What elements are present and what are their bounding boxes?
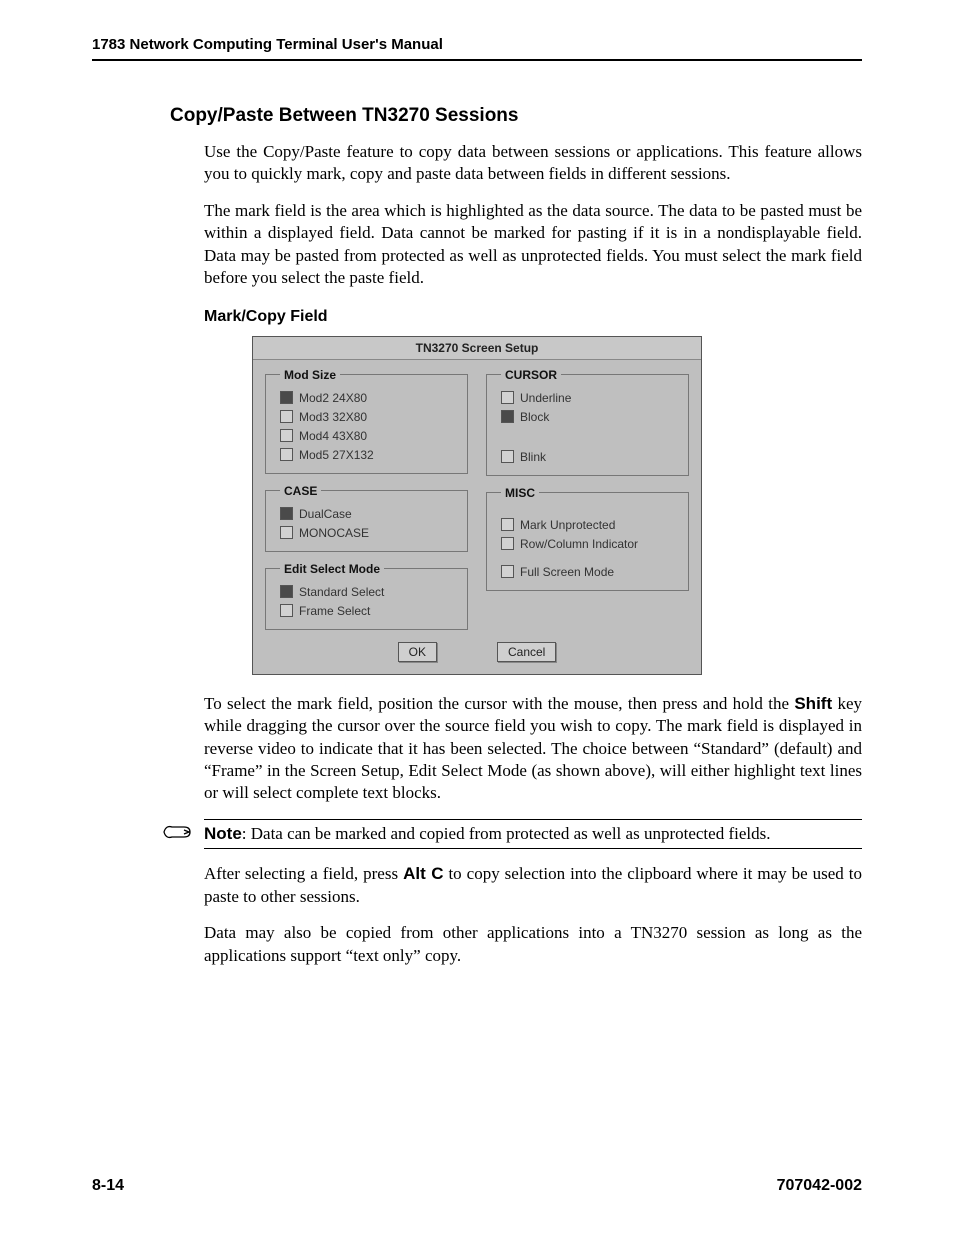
- cursor-legend: CURSOR: [501, 368, 561, 382]
- shift-key-label: Shift: [794, 694, 832, 713]
- screen-setup-figure: TN3270 Screen Setup Mod Size Mod2 24X80 …: [252, 336, 702, 675]
- cursor-group: CURSOR Underline Block Blink: [486, 368, 689, 476]
- dualcase-option[interactable]: DualCase: [280, 507, 457, 521]
- dialog-title: TN3270 Screen Setup: [253, 337, 701, 360]
- intro-paragraph-2: The mark field is the area which is high…: [204, 200, 862, 290]
- block-option[interactable]: Block: [501, 410, 678, 424]
- edit-select-group: Edit Select Mode Standard Select Frame S…: [265, 562, 468, 630]
- checkbox-icon: [280, 391, 293, 404]
- mod5-option[interactable]: Mod5 27X132: [280, 448, 457, 462]
- intro-paragraph-1: Use the Copy/Paste feature to copy data …: [204, 141, 862, 186]
- section-title: Copy/Paste Between TN3270 Sessions: [170, 105, 862, 127]
- row-column-option[interactable]: Row/Column Indicator: [501, 537, 678, 551]
- screen-setup-dialog: TN3270 Screen Setup Mod Size Mod2 24X80 …: [252, 336, 702, 675]
- mod3-option[interactable]: Mod3 32X80: [280, 410, 457, 424]
- note-hand-icon: [162, 822, 192, 842]
- case-legend: CASE: [280, 484, 321, 498]
- checkbox-icon: [501, 565, 514, 578]
- checkbox-icon: [280, 448, 293, 461]
- mod2-option[interactable]: Mod2 24X80: [280, 391, 457, 405]
- frame-select-option[interactable]: Frame Select: [280, 604, 457, 618]
- note-block: Note: Data can be marked and copied from…: [204, 819, 862, 849]
- mark-unprotected-option[interactable]: Mark Unprotected: [501, 518, 678, 532]
- checkbox-icon: [501, 537, 514, 550]
- blink-option[interactable]: Blink: [501, 450, 678, 464]
- mod-size-group: Mod Size Mod2 24X80 Mod3 32X80 Mod4 43X8…: [265, 368, 468, 474]
- mark-copy-subheading: Mark/Copy Field: [204, 308, 862, 326]
- instruction-paragraph-altc: After selecting a field, press Alt C to …: [204, 863, 862, 908]
- mod-size-legend: Mod Size: [280, 368, 340, 382]
- case-group: CASE DualCase MONOCASE: [265, 484, 468, 552]
- cancel-button[interactable]: Cancel: [497, 642, 556, 662]
- altc-key-label: Alt C: [403, 864, 443, 883]
- checkbox-icon: [280, 410, 293, 423]
- checkbox-icon: [501, 391, 514, 404]
- misc-legend: MISC: [501, 486, 539, 500]
- checkbox-icon: [280, 604, 293, 617]
- full-screen-option[interactable]: Full Screen Mode: [501, 565, 678, 579]
- checkbox-icon: [280, 429, 293, 442]
- instruction-paragraph-shift: To select the mark field, position the c…: [204, 693, 862, 805]
- standard-select-option[interactable]: Standard Select: [280, 585, 457, 599]
- checkbox-icon: [280, 585, 293, 598]
- checkbox-icon: [280, 507, 293, 520]
- misc-group: MISC Mark Unprotected Row/Column Indicat…: [486, 486, 689, 591]
- ok-button[interactable]: OK: [398, 642, 437, 662]
- checkbox-icon: [501, 518, 514, 531]
- checkbox-icon: [501, 410, 514, 423]
- underline-option[interactable]: Underline: [501, 391, 678, 405]
- instruction-paragraph-other-apps: Data may also be copied from other appli…: [204, 922, 862, 967]
- mod4-option[interactable]: Mod4 43X80: [280, 429, 457, 443]
- checkbox-icon: [280, 526, 293, 539]
- edit-select-legend: Edit Select Mode: [280, 562, 384, 576]
- doc-number: 707042-002: [777, 1177, 862, 1195]
- monocase-option[interactable]: MONOCASE: [280, 526, 457, 540]
- checkbox-icon: [501, 450, 514, 463]
- page-number: 8-14: [92, 1177, 124, 1195]
- running-head: 1783 Network Computing Terminal User's M…: [92, 36, 862, 61]
